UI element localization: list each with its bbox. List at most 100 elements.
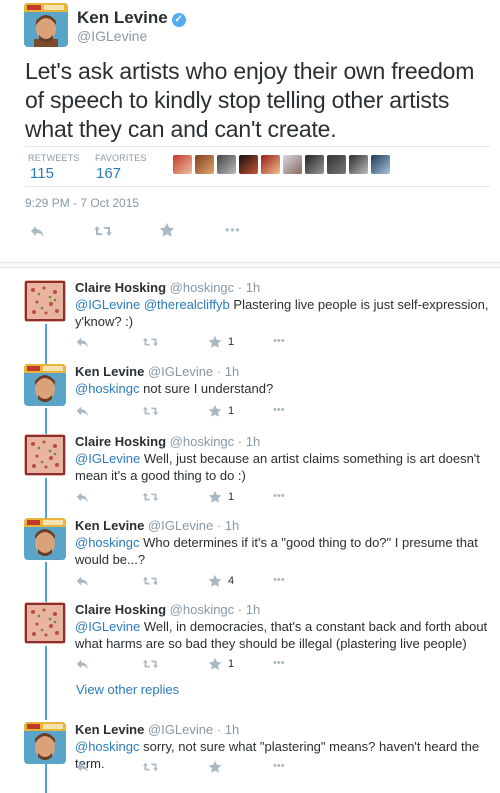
retweet-icon[interactable] [142, 657, 159, 671]
reply-time[interactable]: · 1h [238, 602, 260, 617]
favoriter-avatar[interactable] [217, 155, 236, 174]
reply-mentions[interactable]: @hoskingc [75, 739, 140, 754]
reply-actions: 1 ••• [75, 657, 315, 673]
tweet-timestamp[interactable]: 9:29 PM - 7 Oct 2015 [25, 196, 139, 210]
star-icon [208, 404, 222, 417]
reply-text: @IGLevine Well, just because an artist c… [75, 450, 493, 484]
favoriter-avatar[interactable] [283, 155, 302, 174]
reply-header: Claire Hosking @hoskingc · 1h [75, 280, 260, 295]
reply-avatar[interactable] [24, 602, 66, 644]
favoriter-avatar[interactable] [371, 155, 390, 174]
favorite-action[interactable]: 1 [208, 335, 234, 349]
reply-tweet: Ken Levine @IGLevine · 1h @hoskingc not … [0, 364, 500, 434]
reply-time[interactable]: · 1h [238, 280, 260, 295]
more-dots-icon[interactable]: ••• [273, 760, 285, 772]
star-icon[interactable] [159, 222, 175, 238]
reply-actions: 1 ••• [75, 335, 315, 351]
retweet-icon[interactable] [142, 404, 159, 418]
reply-avatar[interactable] [24, 518, 66, 560]
reply-mentions[interactable]: @hoskingc [75, 381, 140, 396]
reply-arrow-icon[interactable] [75, 335, 89, 349]
reply-author-name[interactable]: Claire Hosking [75, 434, 166, 449]
author-name[interactable]: Ken Levine [77, 8, 168, 27]
reply-header: Ken Levine @IGLevine · 1h [75, 364, 239, 379]
reply-mentions[interactable]: @hoskingc [75, 535, 140, 550]
reply-author-name[interactable]: Ken Levine [75, 518, 144, 533]
reply-arrow-icon[interactable] [75, 404, 89, 418]
favoriter-avatar[interactable] [327, 155, 346, 174]
reply-actions: 1 ••• [75, 490, 315, 506]
author-handle[interactable]: @IGLevine [77, 28, 147, 44]
reply-header: Claire Hosking @hoskingc · 1h [75, 602, 260, 617]
reply-arrow-icon[interactable] [75, 760, 89, 774]
reply-author-handle[interactable]: @hoskingc [170, 434, 235, 449]
favoriter-avatar[interactable] [261, 155, 280, 174]
reply-avatar[interactable] [24, 722, 66, 764]
reply-author-name[interactable]: Claire Hosking [75, 602, 166, 617]
reply-author-name[interactable]: Ken Levine [75, 364, 144, 379]
favorite-count: 1 [228, 491, 235, 503]
reply-author-handle[interactable]: @IGLevine [148, 722, 213, 737]
retweet-icon[interactable] [142, 574, 159, 588]
reply-author-handle[interactable]: @hoskingc [170, 602, 235, 617]
reply-arrow-icon[interactable] [29, 223, 45, 239]
retweet-icon[interactable] [142, 760, 159, 774]
favoriter-avatar[interactable] [195, 155, 214, 174]
reply-time[interactable]: · 1h [238, 434, 260, 449]
section-separator [0, 262, 500, 268]
reply-actions: ••• [75, 760, 315, 776]
reply-time[interactable]: · 1h [217, 518, 239, 533]
retweet-icon[interactable] [142, 490, 159, 504]
more-dots-icon[interactable]: ••• [273, 657, 285, 669]
reply-tweet: Claire Hosking @hoskingc · 1h @IGLevine … [0, 434, 500, 518]
reply-mentions[interactable]: @IGLevine [75, 619, 140, 634]
more-dots-icon[interactable]: ••• [273, 404, 285, 416]
favorite-action[interactable]: 1 [208, 404, 234, 418]
more-dots-icon[interactable]: ••• [225, 223, 241, 237]
more-dots-icon[interactable]: ••• [273, 574, 285, 586]
reply-avatar[interactable] [24, 280, 66, 322]
favorites-label: FAVORITES [95, 153, 147, 163]
more-dots-icon[interactable]: ••• [273, 335, 285, 347]
favorite-action[interactable]: 4 [208, 574, 234, 588]
reply-tweet: Ken Levine @IGLevine · 1h @hoskingc Who … [0, 518, 500, 602]
favorites-count[interactable]: 167 [96, 165, 121, 182]
reply-author-name[interactable]: Ken Levine [75, 722, 144, 737]
reply-time[interactable]: · 1h [217, 364, 239, 379]
reply-time[interactable]: · 1h [217, 722, 239, 737]
verified-badge-icon: ✓ [171, 13, 186, 27]
author-avatar[interactable] [24, 3, 68, 47]
favoriter-avatar[interactable] [239, 155, 258, 174]
favorite-action[interactable]: 1 [208, 657, 234, 671]
retweet-icon[interactable] [93, 223, 113, 239]
author-name-line[interactable]: Ken Levine ✓ [77, 8, 186, 28]
favorite-action[interactable] [208, 760, 228, 774]
reply-arrow-icon[interactable] [75, 657, 89, 671]
view-other-replies-link[interactable]: View other replies [76, 682, 179, 697]
favoriter-avatar[interactable] [349, 155, 368, 174]
retweet-icon[interactable] [142, 335, 159, 349]
reply-mentions[interactable]: @IGLevine [75, 451, 140, 466]
star-icon [208, 490, 222, 503]
favoriter-avatar[interactable] [173, 155, 192, 174]
favoriter-avatar[interactable] [305, 155, 324, 174]
reply-author-handle[interactable]: @hoskingc [170, 280, 235, 295]
reply-body: not sure I understand? [139, 381, 274, 396]
reply-author-handle[interactable]: @IGLevine [148, 518, 213, 533]
reply-author-handle[interactable]: @IGLevine [148, 364, 213, 379]
divider [25, 146, 490, 147]
reply-avatar[interactable] [24, 364, 66, 406]
reply-arrow-icon[interactable] [75, 574, 89, 588]
retweets-count[interactable]: 115 [30, 165, 54, 182]
reply-avatar[interactable] [24, 434, 66, 476]
reply-header: Ken Levine @IGLevine · 1h [75, 518, 239, 533]
reply-mentions[interactable]: @IGLevine @therealcliffyb [75, 297, 230, 312]
reply-tweet: Ken Levine @IGLevine · 1h @hoskingc sorr… [0, 722, 500, 793]
tweet-actions: ••• [25, 221, 325, 243]
favorite-action[interactable]: 1 [208, 490, 234, 504]
more-dots-icon[interactable]: ••• [273, 490, 285, 502]
reply-arrow-icon[interactable] [75, 490, 89, 504]
reply-author-name[interactable]: Claire Hosking [75, 280, 166, 295]
star-icon [208, 760, 222, 773]
reply-header: Ken Levine @IGLevine · 1h [75, 722, 239, 737]
